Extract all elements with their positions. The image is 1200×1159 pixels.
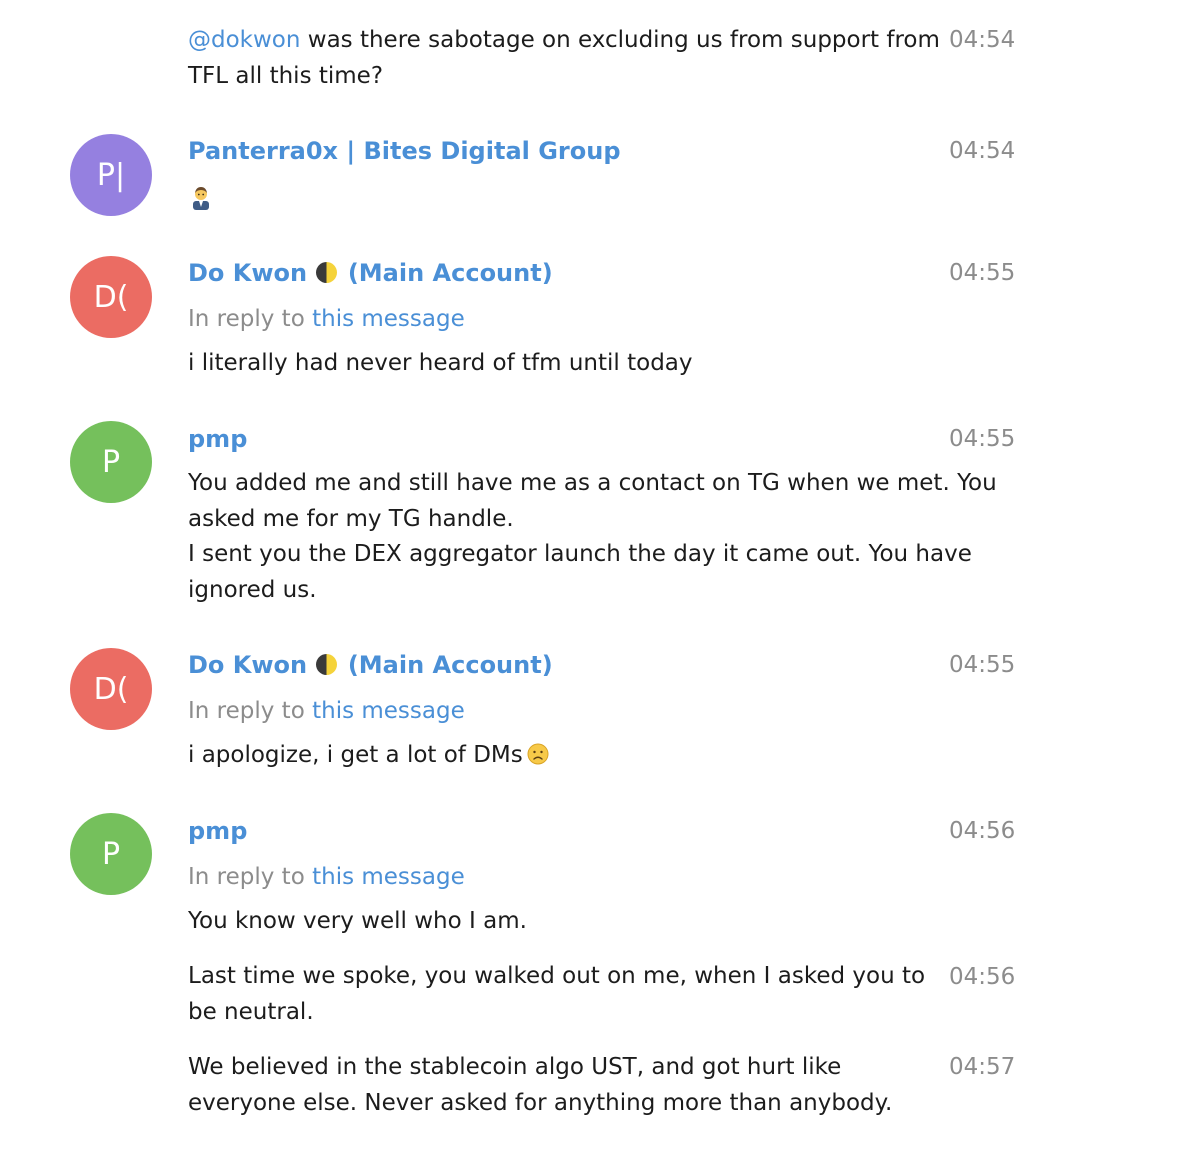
reply-link[interactable]: this message — [312, 864, 465, 890]
message-text: You know very well who I am. — [188, 908, 527, 934]
message-text: We believed in the stablecoin algo UST, … — [188, 1054, 893, 1116]
message-timestamp: 04:57 — [949, 1054, 1016, 1080]
message-text: You added me and still have me as a cont… — [188, 466, 1008, 608]
message-timestamp: 04:54 — [949, 138, 1016, 164]
message-body: i apologize, i get a lot of DMs — [188, 742, 523, 768]
avatar[interactable]: D( — [70, 256, 152, 338]
sender-name[interactable]: pmp — [188, 423, 247, 455]
avatar[interactable]: P — [70, 813, 152, 895]
reply-prefix: In reply to — [188, 306, 313, 332]
sender-name-suffix: (Main Account) — [347, 259, 553, 287]
message-text: @dokwon was there sabotage on excluding … — [188, 23, 948, 94]
sender-name[interactable]: Do Kwon (Main Account) — [188, 257, 553, 289]
message-line: I sent you the DEX aggregator launch the… — [188, 541, 972, 603]
reply-reference: In reply to this message — [188, 695, 465, 727]
message-timestamp: 04:55 — [949, 426, 1016, 452]
sad-face-icon — [527, 743, 549, 765]
user-mention-link[interactable]: @dokwon — [188, 27, 300, 53]
chat-message-list: @dokwon was there sabotage on excluding … — [0, 0, 1200, 1159]
message-timestamp: 04:55 — [949, 652, 1016, 678]
reply-link[interactable]: this message — [312, 698, 465, 724]
avatar[interactable]: P — [70, 421, 152, 503]
message-text: Last time we spoke, you walked out on me… — [188, 963, 926, 1025]
avatar-initials: D( — [93, 671, 129, 707]
message-text: i literally had never heard of tfm until… — [188, 350, 693, 376]
avatar-initials: P — [101, 444, 121, 480]
avatar-initials: D( — [93, 279, 129, 315]
reply-reference: In reply to this message — [188, 861, 465, 893]
avatar[interactable]: D( — [70, 648, 152, 730]
sender-name[interactable]: Panterra0x | Bites Digital Group — [188, 135, 621, 167]
sender-name[interactable]: Do Kwon (Main Account) — [188, 649, 553, 681]
reply-prefix: In reply to — [188, 698, 313, 724]
reply-reference: In reply to this message — [188, 303, 465, 335]
sender-name-text: Do Kwon — [188, 259, 308, 287]
sender-name-suffix: (Main Account) — [347, 651, 553, 679]
message-timestamp: 04:56 — [949, 964, 1016, 990]
avatar-initials: P| — [96, 157, 126, 193]
reply-prefix: In reply to — [188, 864, 313, 890]
moon-icon — [316, 654, 338, 675]
message-body: was there sabotage on excluding us from … — [188, 27, 940, 89]
message-timestamp: 04:56 — [949, 818, 1016, 844]
reply-link[interactable]: this message — [312, 306, 465, 332]
sender-name-text: Do Kwon — [188, 651, 308, 679]
man-office-worker-emoji — [193, 187, 209, 210]
message-timestamp: 04:55 — [949, 260, 1016, 286]
avatar[interactable]: P| — [70, 134, 152, 216]
message-text: i apologize, i get a lot of DMs — [188, 738, 948, 774]
avatar-initials: P — [101, 836, 121, 872]
message-line: You added me and still have me as a cont… — [188, 470, 997, 532]
moon-icon — [316, 262, 338, 283]
sender-name[interactable]: pmp — [188, 815, 247, 847]
message-timestamp: 04:54 — [949, 27, 1016, 53]
